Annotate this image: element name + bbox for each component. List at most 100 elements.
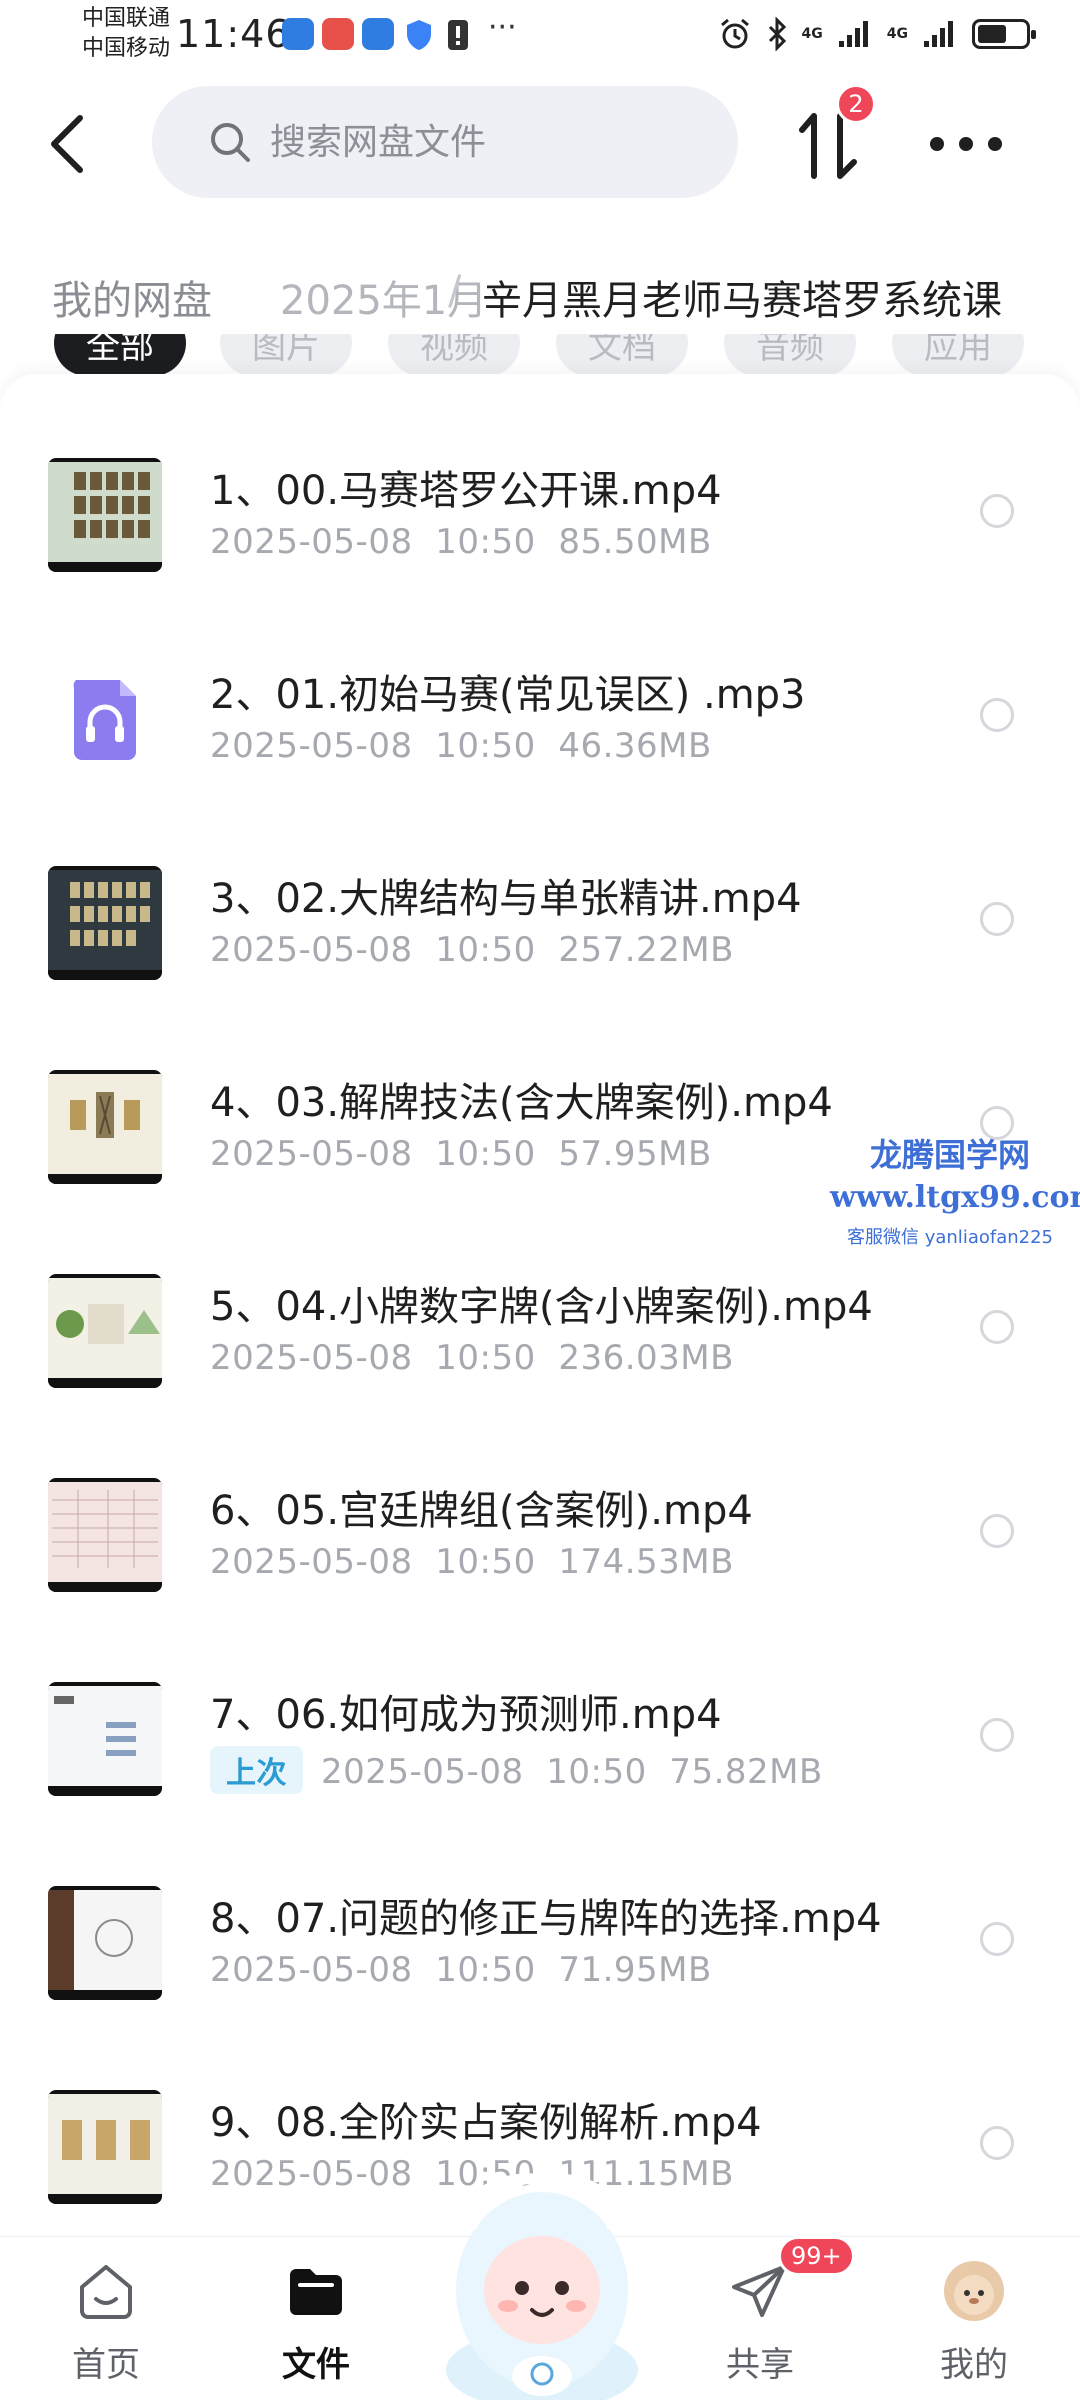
dot	[959, 137, 973, 151]
search-bar[interactable]	[152, 86, 738, 198]
share-count-badge: 99+	[778, 2236, 855, 2276]
file-time: 10:50	[546, 1752, 647, 1792]
nav-mine[interactable]: 我的	[904, 2237, 1044, 2400]
search-input[interactable]	[270, 121, 690, 163]
nav-mine-label: 我的	[940, 2345, 1008, 2385]
select-checkbox[interactable]	[980, 494, 1014, 528]
select-checkbox[interactable]	[980, 2126, 1014, 2160]
alarm-icon	[720, 18, 749, 49]
file-time: 10:50	[435, 522, 536, 562]
battery-icon	[972, 19, 1036, 49]
file-meta: 2025-05-08 10:50 174.53MB	[210, 1542, 734, 1582]
tab-all[interactable]: 全部	[54, 334, 186, 376]
file-meta: 2025-05-08 10:50 257.22MB	[210, 930, 734, 970]
video-thumbnail	[48, 1886, 162, 2000]
signal-4g-label-2: 4G	[886, 26, 908, 42]
nav-share-label: 共享	[726, 2345, 794, 2385]
status-clock: 11:46	[176, 12, 291, 56]
file-date: 2025-05-08	[210, 930, 413, 970]
file-time: 10:50	[435, 1134, 536, 1174]
video-thumbnail	[48, 458, 162, 572]
tab-images[interactable]: 图片	[220, 334, 352, 376]
video-thumbnail	[48, 1478, 162, 1592]
file-name: 2、01.初始马赛(常见误区) .mp3	[210, 672, 806, 718]
file-time: 10:50	[435, 726, 536, 766]
file-name: 3、02.大牌结构与单张精讲.mp4	[210, 876, 802, 922]
breadcrumb-item-root[interactable]: 我的网盘	[30, 268, 234, 326]
nav-home-label: 首页	[72, 2345, 140, 2385]
file-date: 2025-05-08	[210, 1134, 413, 1174]
file-name: 5、04.小牌数字牌(含小牌案例).mp4	[210, 1284, 873, 1330]
file-time: 10:50	[435, 1542, 536, 1582]
signal-icon	[838, 21, 868, 47]
select-checkbox[interactable]	[980, 1922, 1014, 1956]
watermark-contact: 客服微信 yanliaofan225	[847, 1227, 1053, 1248]
file-row[interactable]: 8、07.问题的修正与牌阵的选择.mp4 2025-05-08 10:50 71…	[0, 1886, 1080, 2090]
video-thumbnail	[48, 1274, 162, 1388]
notification-app-icon	[322, 18, 354, 50]
dot	[988, 137, 1002, 151]
select-checkbox[interactable]	[980, 1514, 1014, 1548]
file-date: 2025-05-08	[210, 522, 413, 562]
video-thumbnail	[48, 866, 162, 980]
watermark: 龙腾国学网 www.ltgx99.com 客服微信 yanliaofan225	[830, 1130, 1080, 1249]
signal-4g-label-1: 4G	[801, 26, 823, 42]
nav-files[interactable]: 文件	[246, 2237, 386, 2400]
select-checkbox[interactable]	[980, 1310, 1014, 1344]
file-size: 71.95MB	[558, 1950, 712, 1990]
file-size: 174.53MB	[558, 1542, 734, 1582]
file-date: 2025-05-08	[321, 1752, 524, 1792]
tab-apps[interactable]: 应用	[892, 334, 1024, 376]
file-row[interactable]: 2、01.初始马赛(常见误区) .mp3 2025-05-08 10:50 46…	[0, 662, 1080, 866]
file-row[interactable]: 3、02.大牌结构与单张精讲.mp4 2025-05-08 10:50 257.…	[0, 866, 1080, 1070]
file-row[interactable]: 7、06.如何成为预测师.mp4 上次 2025-05-08 10:50 75.8…	[0, 1682, 1080, 1886]
file-row[interactable]: 5、04.小牌数字牌(含小牌案例).mp4 2025-05-08 10:50 2…	[0, 1274, 1080, 1478]
file-name: 1、00.马赛塔罗公开课.mp4	[210, 468, 722, 514]
video-thumbnail	[48, 1682, 162, 1796]
tab-videos[interactable]: 视频	[388, 334, 520, 376]
file-row[interactable]: 6、05.宫廷牌组(含案例).mp4 2025-05-08 10:50 174.…	[0, 1478, 1080, 1682]
file-meta: 2025-05-08 10:50 46.36MB	[210, 726, 712, 766]
file-size: 46.36MB	[558, 726, 712, 766]
back-button[interactable]	[40, 110, 96, 178]
carrier-label-2: 中国移动	[82, 36, 171, 61]
file-date: 2025-05-08	[210, 1950, 413, 1990]
last-viewed-tag: 上次	[210, 1746, 303, 1794]
file-meta: 2025-05-08 10:50 71.95MB	[210, 1950, 712, 1990]
file-name: 4、03.解牌技法(含大牌案例).mp4	[210, 1080, 833, 1126]
select-checkbox[interactable]	[980, 1718, 1014, 1752]
select-checkbox[interactable]	[980, 698, 1014, 732]
file-size: 57.95MB	[558, 1134, 712, 1174]
carrier-label-1: 中国联通	[82, 6, 171, 31]
nav-home[interactable]: 首页	[36, 2237, 176, 2400]
file-size: 257.22MB	[558, 930, 734, 970]
watermark-url: www.ltgx99.com	[830, 1180, 1080, 1215]
file-date: 2025-05-08	[210, 726, 413, 766]
avatar	[944, 2261, 1004, 2321]
audio-file-icon	[48, 662, 162, 776]
status-bar: 中国联通 中国移动 11:46 ··· 4G 4G	[0, 0, 1080, 72]
notification-app-icon	[362, 18, 394, 50]
select-checkbox[interactable]	[980, 902, 1014, 936]
file-date: 2025-05-08	[210, 1542, 413, 1582]
breadcrumb-separator: /	[448, 268, 462, 314]
file-time: 10:50	[435, 1950, 536, 1990]
search-icon	[211, 123, 250, 162]
file-meta: 2025-05-08 10:50 57.95MB	[210, 1134, 712, 1174]
mascot-assistant-button[interactable]	[436, 2170, 648, 2400]
transfer-count-badge: 2	[836, 84, 876, 124]
file-date: 2025-05-08	[210, 2154, 413, 2194]
video-thumbnail	[48, 2090, 162, 2204]
file-meta: 2025-05-08 10:50 236.03MB	[210, 1338, 734, 1378]
file-time: 10:50	[435, 930, 536, 970]
file-row[interactable]: 1、00.马赛塔罗公开课.mp4 2025-05-08 10:50 85.50M…	[0, 458, 1080, 662]
signal-icon	[924, 21, 953, 47]
tab-audio[interactable]: 音频	[724, 334, 856, 376]
file-meta: 2025-05-08 10:50 85.50MB	[210, 522, 712, 562]
breadcrumb-current-folder: 辛月黑月老师马赛塔罗系统课	[482, 278, 1002, 324]
home-icon	[80, 2265, 132, 2319]
video-thumbnail	[48, 1070, 162, 1184]
tab-documents[interactable]: 文档	[556, 334, 688, 376]
dot	[930, 137, 944, 151]
more-options-button[interactable]	[930, 124, 1002, 164]
